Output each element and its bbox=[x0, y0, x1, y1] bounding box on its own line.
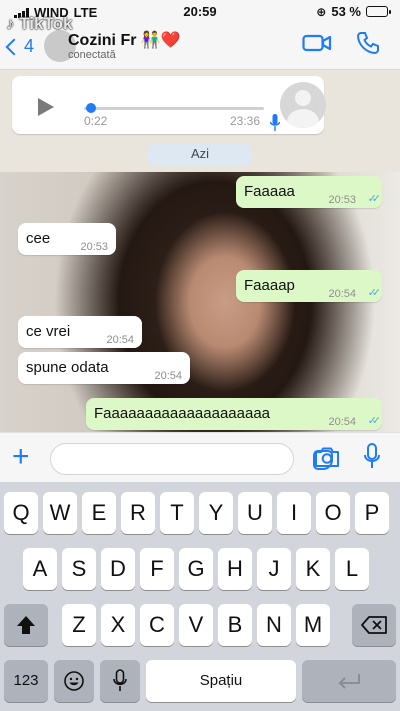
key-f[interactable]: F bbox=[140, 548, 174, 590]
voice-sender-avatar bbox=[280, 82, 326, 128]
keyboard: Q W E R T Y U I O P A S D F G H J K L Z … bbox=[0, 482, 400, 711]
wallpaper-photo bbox=[0, 172, 400, 432]
key-b[interactable]: B bbox=[218, 604, 252, 646]
tiktok-logo-icon: ♪ bbox=[6, 14, 15, 33]
message-text: cee bbox=[26, 230, 51, 247]
key-j[interactable]: J bbox=[257, 548, 291, 590]
message-text: ce vrei bbox=[26, 323, 71, 340]
key-i[interactable]: I bbox=[277, 492, 311, 534]
voice-progress-handle[interactable] bbox=[85, 103, 96, 113]
contact-status: conectată bbox=[68, 49, 116, 61]
shift-key[interactable] bbox=[4, 604, 48, 646]
key-o[interactable]: O bbox=[316, 492, 350, 534]
key-q[interactable]: Q bbox=[4, 492, 38, 534]
key-u[interactable]: U bbox=[238, 492, 272, 534]
message-bubble-out[interactable]: Faaaaaaaaaaaaaaaaaaaa 20:54 ✓✓ bbox=[86, 398, 382, 430]
key-p[interactable]: P bbox=[355, 492, 389, 534]
emoji-icon bbox=[64, 671, 84, 691]
message-bubble-in[interactable]: spune odata 20:54 bbox=[18, 352, 190, 384]
orientation-lock-icon: ⊕ bbox=[316, 4, 327, 19]
video-call-icon[interactable] bbox=[302, 32, 332, 54]
key-h[interactable]: H bbox=[218, 548, 252, 590]
read-ticks-icon: ✓✓ bbox=[367, 415, 382, 427]
contact-emoji: 👫❤️ bbox=[140, 32, 181, 49]
message-time: 20:54 bbox=[154, 370, 182, 382]
voice-timestamp: 23:36 bbox=[230, 114, 261, 128]
message-time: 20:54 bbox=[328, 288, 356, 300]
microphone-icon bbox=[270, 114, 280, 131]
key-c[interactable]: C bbox=[140, 604, 174, 646]
key-v[interactable]: V bbox=[179, 604, 213, 646]
read-ticks-icon: ✓✓ bbox=[367, 287, 382, 299]
key-m[interactable]: M bbox=[296, 604, 330, 646]
message-bubble-out[interactable]: Faaaap 20:54 ✓✓ bbox=[236, 270, 382, 302]
backspace-key[interactable] bbox=[352, 604, 396, 646]
key-d[interactable]: D bbox=[101, 548, 135, 590]
return-key[interactable] bbox=[302, 660, 396, 702]
key-y[interactable]: Y bbox=[199, 492, 233, 534]
key-t[interactable]: T bbox=[160, 492, 194, 534]
microphone-icon[interactable] bbox=[364, 443, 380, 471]
unread-count: 4 bbox=[24, 36, 35, 56]
battery-info: ⊕ 53 % bbox=[316, 4, 391, 19]
message-time: 20:53 bbox=[328, 194, 356, 206]
message-text: spune odata bbox=[26, 359, 109, 376]
message-time: 20:53 bbox=[80, 241, 108, 253]
numbers-key[interactable]: 123 bbox=[4, 660, 48, 702]
voice-elapsed: 0:22 bbox=[84, 114, 108, 128]
emoji-key[interactable] bbox=[54, 660, 94, 702]
key-l[interactable]: L bbox=[335, 548, 369, 590]
key-s[interactable]: S bbox=[62, 548, 96, 590]
message-text: Faaaaa bbox=[244, 183, 295, 200]
microphone-icon bbox=[113, 669, 127, 691]
key-k[interactable]: K bbox=[296, 548, 330, 590]
camera-icon[interactable] bbox=[314, 446, 340, 468]
key-r[interactable]: R bbox=[121, 492, 155, 534]
key-n[interactable]: N bbox=[257, 604, 291, 646]
play-icon[interactable] bbox=[38, 98, 54, 116]
message-text: Faaaap bbox=[244, 277, 295, 294]
phone-call-icon[interactable] bbox=[356, 30, 380, 56]
message-time: 20:54 bbox=[106, 334, 134, 346]
back-button[interactable]: 4 bbox=[5, 36, 35, 57]
key-e[interactable]: E bbox=[82, 492, 116, 534]
message-bubble-in[interactable]: ce vrei 20:54 bbox=[18, 316, 142, 348]
key-x[interactable]: X bbox=[101, 604, 135, 646]
tiktok-watermark: ♪ TikTok bbox=[6, 14, 73, 33]
key-g[interactable]: G bbox=[179, 548, 213, 590]
key-z[interactable]: Z bbox=[62, 604, 96, 646]
battery-percent: 53 % bbox=[331, 4, 361, 19]
plus-icon[interactable]: + bbox=[12, 442, 30, 472]
shift-arrow-icon bbox=[17, 616, 35, 634]
return-arrow-icon bbox=[338, 674, 360, 689]
message-input[interactable] bbox=[50, 443, 333, 475]
voice-message[interactable]: 0:22 23:36 bbox=[12, 76, 326, 134]
message-bubble-out[interactable]: Faaaaa 20:53 ✓✓ bbox=[236, 176, 382, 208]
key-w[interactable]: W bbox=[43, 492, 77, 534]
read-ticks-icon: ✓✓ bbox=[367, 193, 382, 205]
message-time: 20:54 bbox=[328, 416, 356, 428]
contact-name[interactable]: Cozini Fr 👫❤️ bbox=[68, 30, 181, 50]
chevron-left-icon bbox=[5, 38, 23, 55]
compose-bar: + bbox=[0, 432, 400, 482]
message-bubble-in[interactable]: cee 20:53 bbox=[18, 223, 116, 255]
space-key[interactable]: Spațiu bbox=[146, 660, 296, 702]
key-a[interactable]: A bbox=[23, 548, 57, 590]
date-separator: Azi bbox=[148, 143, 252, 165]
message-text: Faaaaaaaaaaaaaaaaaaaa bbox=[94, 405, 271, 422]
chat-area[interactable]: 0:22 23:36 Azi Faaaaa 20:53 ✓✓ cee 20:53… bbox=[0, 70, 400, 432]
voice-progress-track[interactable] bbox=[84, 107, 264, 110]
dictation-key[interactable] bbox=[100, 660, 140, 702]
backspace-icon bbox=[361, 616, 387, 634]
battery-icon bbox=[366, 6, 391, 17]
